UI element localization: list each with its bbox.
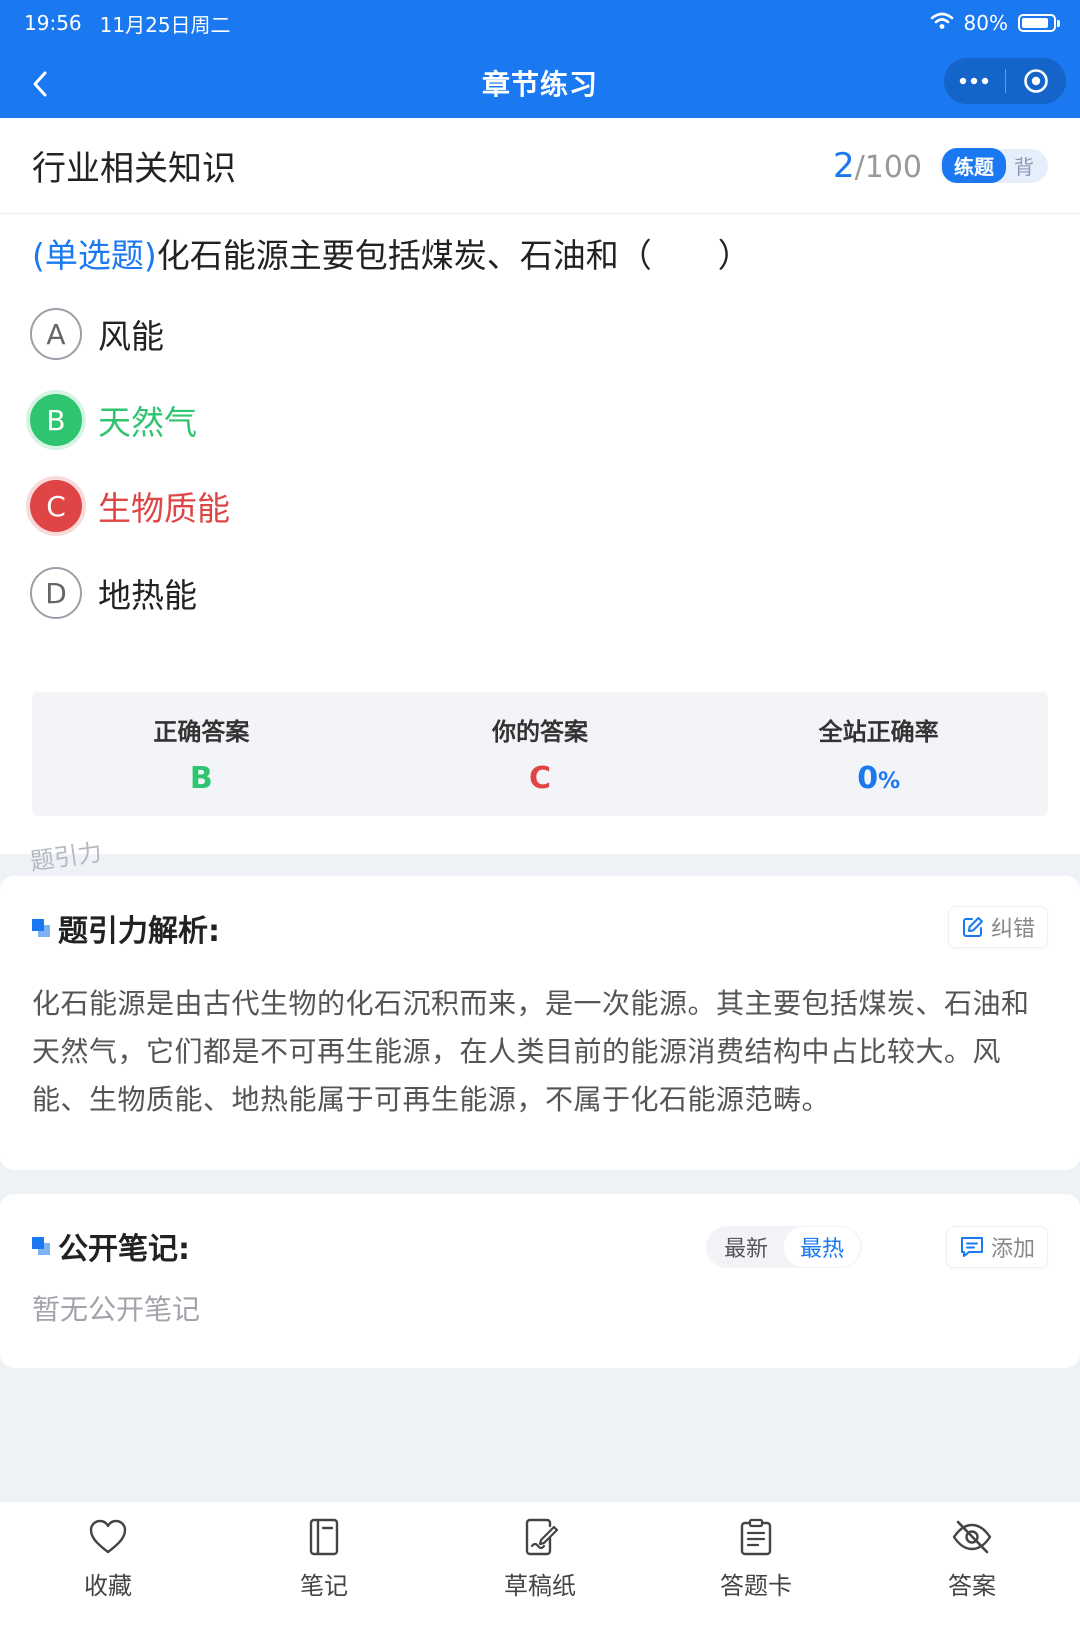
mode-recite[interactable]: 背 bbox=[1006, 148, 1046, 183]
your-answer-label: 你的答案 bbox=[492, 718, 588, 746]
page-title: 章节练习 bbox=[481, 68, 598, 101]
your-answer-col: 你的答案 C bbox=[371, 692, 710, 816]
nav-row: 章节练习 bbox=[0, 50, 1080, 116]
battery-percent: 80% bbox=[963, 11, 1008, 35]
tab-label: 笔记 bbox=[300, 1572, 348, 1600]
top-bar: 19:56 11月25日周二 80% 章节练习 bbox=[0, 0, 1080, 118]
mode-toggle[interactable]: 练题 背 bbox=[940, 148, 1048, 183]
target-icon bbox=[1023, 69, 1048, 93]
option-text: 地热能 bbox=[98, 576, 197, 615]
add-note-button[interactable]: 添加 bbox=[945, 1226, 1048, 1268]
option-letter: A bbox=[30, 308, 82, 360]
correct-answer-value: B bbox=[189, 761, 213, 796]
answer-summary: 正确答案 B 你的答案 C 全站正确率 0% bbox=[32, 692, 1048, 816]
section-bullet-icon bbox=[32, 1237, 50, 1255]
current-question-number: 2 bbox=[832, 145, 855, 186]
status-time: 19:56 bbox=[24, 11, 82, 35]
tab-draft[interactable]: 草稿纸 bbox=[432, 1502, 648, 1645]
tab-favorite[interactable]: 收藏 bbox=[0, 1502, 216, 1645]
accuracy-col: 全站正确率 0% bbox=[709, 692, 1048, 816]
wifi-icon bbox=[930, 11, 954, 35]
status-bar: 19:56 11月25日周二 80% bbox=[0, 0, 1080, 46]
comment-icon bbox=[960, 1237, 983, 1257]
total-questions: /100 bbox=[854, 149, 922, 185]
heart-icon bbox=[89, 1519, 127, 1554]
notes-header: 公开笔记: bbox=[32, 1224, 190, 1268]
tab-label: 收藏 bbox=[84, 1572, 132, 1600]
notes-sort-toggle[interactable]: 最新 最热 bbox=[705, 1226, 862, 1268]
battery-icon bbox=[1018, 14, 1060, 32]
section-bullet-icon bbox=[32, 919, 50, 937]
correct-answer-col: 正确答案 B bbox=[32, 692, 371, 816]
question-card: (单选题)化石能源主要包括煤炭、石油和（ ） A 风能 B 天然气 C 生物质能… bbox=[0, 214, 1080, 854]
section-header: 行业相关知识 2 /100 练题 背 bbox=[0, 118, 1080, 214]
option-a[interactable]: A 风能 bbox=[30, 306, 164, 362]
mode-practice[interactable]: 练题 bbox=[942, 148, 1006, 183]
bottom-toolbar: 收藏 笔记 草稿纸 答题卡 答案 bbox=[0, 1502, 1080, 1645]
accuracy-value: 0% bbox=[857, 761, 900, 796]
accuracy-unit: % bbox=[878, 769, 901, 794]
notes-title: 公开笔记: bbox=[58, 1232, 190, 1267]
option-c[interactable]: C 生物质能 bbox=[30, 478, 230, 534]
correct-answer-label: 正确答案 bbox=[153, 718, 250, 746]
option-letter: C bbox=[30, 480, 82, 532]
tab-answer-sheet[interactable]: 答题卡 bbox=[648, 1502, 864, 1645]
your-answer-value: C bbox=[528, 761, 552, 796]
sort-hottest[interactable]: 最热 bbox=[783, 1227, 860, 1267]
draft-icon bbox=[525, 1518, 558, 1556]
analysis-header: 题引力解析: bbox=[32, 906, 220, 950]
question-text: 化石能源主要包括煤炭、石油和（ ） bbox=[156, 236, 751, 275]
status-date: 11月25日周二 bbox=[99, 12, 231, 37]
question-stem: (单选题)化石能源主要包括煤炭、石油和（ ） bbox=[32, 232, 1048, 280]
accuracy-label: 全站正确率 bbox=[818, 718, 939, 746]
back-button[interactable] bbox=[22, 66, 58, 102]
close-capsule-button[interactable] bbox=[1006, 58, 1067, 104]
question-type: (单选题) bbox=[32, 236, 157, 275]
mini-program-capsule bbox=[944, 58, 1066, 104]
report-error-button[interactable]: 纠错 bbox=[947, 906, 1048, 948]
tab-label: 草稿纸 bbox=[504, 1572, 576, 1600]
notebook-icon bbox=[309, 1518, 339, 1556]
eye-off-icon bbox=[952, 1520, 992, 1554]
tab-answer[interactable]: 答案 bbox=[864, 1502, 1080, 1645]
notes-empty-text: 暂无公开笔记 bbox=[32, 1293, 201, 1326]
answer-sheet-icon bbox=[740, 1518, 772, 1556]
option-text: 天然气 bbox=[98, 403, 197, 442]
accuracy-number: 0 bbox=[857, 761, 879, 796]
option-letter: B bbox=[30, 394, 82, 446]
analysis-card: 题引力解析: 纠错 化石能源是由古代生物的化石沉积而来，是一次能源。其主要包括煤… bbox=[0, 876, 1080, 1170]
chevron-left-icon bbox=[33, 71, 47, 97]
more-button[interactable] bbox=[944, 58, 1005, 104]
option-d[interactable]: D 地热能 bbox=[30, 565, 197, 621]
edit-icon bbox=[962, 917, 983, 937]
option-text: 生物质能 bbox=[98, 489, 230, 528]
tab-label: 答题卡 bbox=[720, 1572, 792, 1600]
option-text: 风能 bbox=[98, 317, 164, 356]
tab-notes[interactable]: 笔记 bbox=[216, 1502, 432, 1645]
option-letter: D bbox=[30, 567, 82, 619]
status-right: 80% bbox=[930, 11, 1060, 35]
report-error-label: 纠错 bbox=[990, 917, 1035, 942]
analysis-text: 化石能源是由古代生物的化石沉积而来，是一次能源。其主要包括煤炭、石油和天然气，它… bbox=[32, 987, 1030, 1116]
add-note-label: 添加 bbox=[990, 1237, 1035, 1262]
question-counter[interactable]: 2 /100 bbox=[833, 146, 922, 186]
more-dots-icon bbox=[960, 77, 989, 85]
analysis-title: 题引力解析: bbox=[58, 914, 220, 949]
notes-card: 公开笔记: 最新 最热 添加 暂无公开笔记 bbox=[0, 1194, 1080, 1368]
option-b[interactable]: B 天然气 bbox=[30, 392, 197, 448]
sort-newest[interactable]: 最新 bbox=[708, 1227, 784, 1267]
tab-label: 答案 bbox=[948, 1572, 996, 1600]
section-name: 行业相关知识 bbox=[32, 149, 236, 189]
